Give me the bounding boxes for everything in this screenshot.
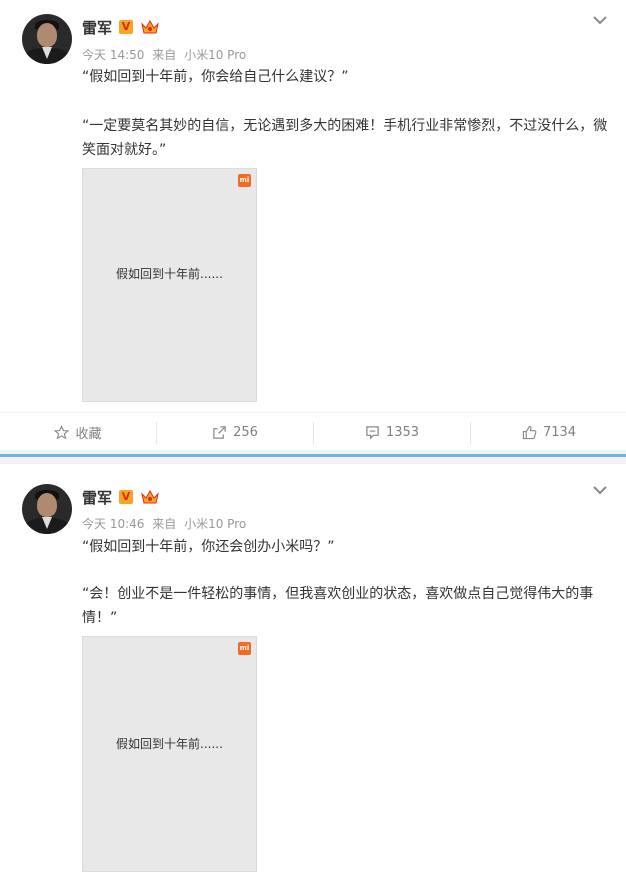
favorite-button[interactable]: 收藏: [0, 413, 156, 451]
repost-count: 256: [233, 424, 258, 440]
post-meta: 今天 14:50 来自 小米10 Pro: [82, 46, 250, 63]
like-button[interactable]: 7134: [471, 413, 626, 451]
comment-count: 1353: [385, 424, 420, 440]
verified-badge-icon: V: [119, 20, 133, 34]
star-icon: [54, 424, 70, 439]
crown-icon: [141, 19, 159, 34]
avatar[interactable]: [22, 14, 72, 64]
post-separator: [0, 450, 626, 464]
source-prefix: 来自: [152, 48, 177, 62]
comment-icon: [366, 425, 379, 440]
thumbs-up-icon: [522, 425, 537, 439]
post-image[interactable]: mi 假如回到十年前......: [82, 636, 257, 872]
username[interactable]: 雷军: [82, 17, 112, 38]
avatar[interactable]: [22, 484, 72, 534]
chevron-down-icon[interactable]: [592, 484, 608, 496]
post-meta: 今天 10:46 来自 小米10 Pro: [82, 515, 250, 532]
username[interactable]: 雷军: [82, 487, 112, 508]
repost-button[interactable]: 256: [157, 413, 313, 451]
chevron-down-icon[interactable]: [592, 14, 608, 26]
favorite-label: 收藏: [75, 426, 102, 442]
post-time[interactable]: 今天 10:46: [82, 517, 144, 531]
weibo-post: 雷军 V 今天 14:50 来自 小米10 Pro “假如回到十年前，你会给自己…: [0, 0, 626, 450]
weibo-post: 雷军 V 今天 10:46 来自 小米10 Pro “假如回到十年前，你还会创办…: [0, 464, 626, 881]
mi-logo-icon: mi: [238, 642, 251, 655]
comment-button[interactable]: 1353: [314, 413, 470, 451]
verified-badge-icon: V: [119, 490, 133, 504]
post-question: “假如回到十年前，你会给自己什么建议？”: [82, 69, 349, 85]
post-question: “假如回到十年前，你还会创办小米吗？”: [82, 539, 335, 555]
post-source[interactable]: 小米10 Pro: [184, 48, 246, 62]
source-prefix: 来自: [152, 517, 177, 531]
post-source[interactable]: 小米10 Pro: [184, 517, 246, 531]
image-caption: 假如回到十年前......: [116, 737, 223, 751]
post-answer: “一定要莫名其妙的自信，无论遇到多大的困难！手机行业非常惨烈，不过没什么，微笑面…: [82, 118, 608, 158]
post-image[interactable]: mi 假如回到十年前......: [82, 168, 257, 402]
crown-icon: [141, 489, 159, 504]
mi-logo-icon: mi: [238, 174, 251, 187]
share-icon: [213, 425, 226, 439]
action-bar: 收藏 256 1353 7134: [0, 412, 626, 451]
image-caption: 假如回到十年前......: [116, 267, 223, 281]
like-count: 7134: [542, 424, 577, 440]
post-answer: “会！创业不是一件轻松的事情，但我喜欢创业的状态，喜欢做点自己觉得伟大的事情！”: [82, 586, 594, 626]
post-time[interactable]: 今天 14:50: [82, 48, 144, 62]
